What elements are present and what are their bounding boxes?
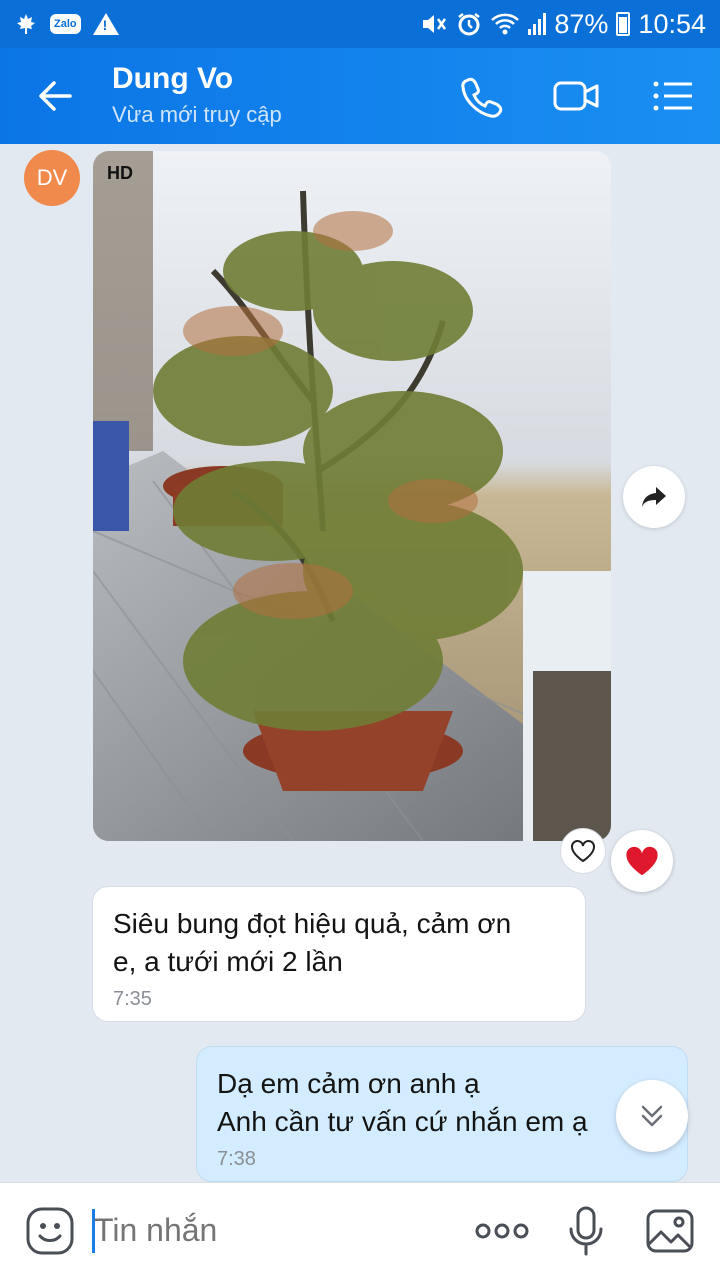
incoming-message[interactable]: Siêu bung đọt hiệu quả, cảm ơn e, a tưới… bbox=[92, 886, 586, 1022]
emoji-button[interactable] bbox=[24, 1205, 76, 1257]
microphone-icon bbox=[569, 1206, 603, 1256]
message-text-line: e, a tưới mới 2 lần bbox=[113, 946, 343, 977]
heart-outline-icon bbox=[571, 840, 595, 863]
zalo-icon: Zalo bbox=[50, 14, 81, 34]
image-icon bbox=[646, 1209, 694, 1253]
forward-arrow-icon bbox=[642, 487, 666, 507]
message-text-line: Siêu bung đọt hiệu quả, cảm ơn bbox=[113, 908, 512, 939]
gallery-button[interactable] bbox=[644, 1205, 696, 1257]
share-button[interactable] bbox=[623, 466, 685, 528]
contact-status: Vừa mới truy cập bbox=[112, 102, 282, 127]
outgoing-message[interactable]: Dạ em cảm ơn anh ạ Anh cần tư vấn cứ nhắ… bbox=[196, 1046, 688, 1182]
more-options-button[interactable] bbox=[474, 1205, 530, 1257]
sticker-face-icon bbox=[26, 1207, 74, 1255]
avatar[interactable]: DV bbox=[24, 150, 80, 206]
maple-leaf-icon bbox=[17, 14, 35, 34]
status-bar: Zalo ! 87% 10:54 bbox=[0, 0, 720, 48]
heart-filled-icon bbox=[626, 846, 658, 876]
battery-percent: 87% bbox=[554, 8, 609, 39]
menu-list-icon[interactable] bbox=[648, 74, 696, 118]
bonsai-photo bbox=[93, 151, 611, 841]
react-button[interactable] bbox=[560, 828, 606, 874]
message-time: 7:35 bbox=[113, 988, 152, 1010]
signal-icon bbox=[528, 13, 547, 35]
wifi-icon bbox=[491, 13, 520, 35]
message-text-line: Dạ em cảm ơn anh ạ bbox=[217, 1068, 480, 1099]
message-input[interactable] bbox=[94, 1205, 434, 1255]
phone-call-icon[interactable] bbox=[458, 74, 506, 118]
more-dots-icon bbox=[475, 1223, 529, 1239]
mute-icon bbox=[423, 15, 447, 33]
photo-message[interactable]: HD bbox=[93, 151, 611, 841]
heart-reaction[interactable] bbox=[611, 830, 673, 892]
chat-header: Dung Vo Vừa mới truy cập bbox=[0, 48, 720, 144]
alarm-icon bbox=[458, 13, 481, 36]
warning-icon: ! bbox=[92, 13, 119, 35]
double-chevron-down-icon bbox=[641, 1105, 663, 1127]
message-time: 7:38 bbox=[217, 1148, 256, 1170]
contact-name[interactable]: Dung Vo bbox=[112, 62, 233, 96]
video-call-icon[interactable] bbox=[552, 74, 600, 118]
scroll-to-bottom-button[interactable] bbox=[616, 1080, 688, 1152]
back-arrow-icon[interactable] bbox=[34, 74, 78, 118]
battery-icon bbox=[616, 12, 631, 36]
message-input-bar bbox=[0, 1182, 720, 1280]
clock: 10:54 bbox=[638, 8, 706, 39]
hd-badge: HD bbox=[107, 163, 133, 183]
message-text-line: Anh cần tư vấn cứ nhắn em ạ bbox=[217, 1106, 588, 1137]
voice-button[interactable] bbox=[560, 1205, 612, 1257]
